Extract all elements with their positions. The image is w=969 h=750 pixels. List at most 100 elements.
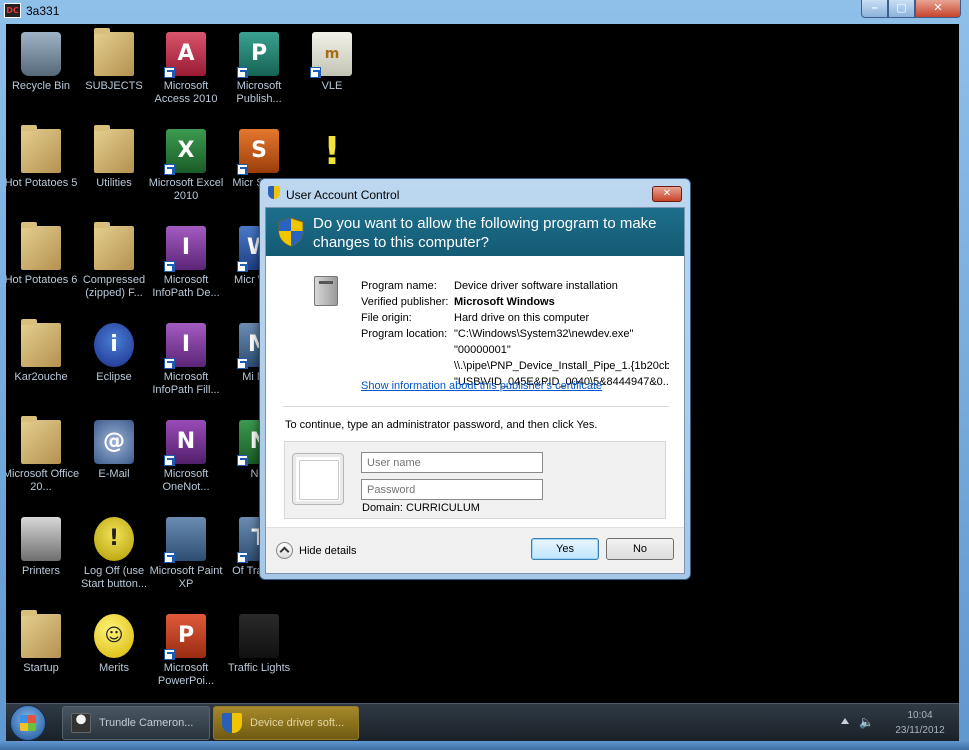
desktop-icon-label: Traffic Lights bbox=[227, 662, 291, 674]
folder-icon bbox=[21, 319, 61, 367]
desktop-icon-label: Hot Potatoes 5 bbox=[6, 177, 78, 189]
uac-banner: Do you want to allow the following progr… bbox=[266, 208, 684, 256]
desktop-icon-publisher[interactable]: P Microsoft Publish... bbox=[219, 32, 299, 106]
close-button[interactable]: ✕ bbox=[915, 0, 961, 18]
desktop-icon-excel[interactable]: X Microsoft Excel 2010 bbox=[146, 129, 226, 203]
access-icon: A bbox=[164, 32, 206, 78]
desktop-icon-onenote[interactable]: N Microsoft OneNot... bbox=[146, 420, 226, 494]
clock[interactable]: 10:04 23/11/2012 bbox=[889, 708, 951, 738]
window-titlebar: DC 3a331 – ▢ ✕ bbox=[0, 0, 969, 22]
taskbar-item-device-driver[interactable]: Device driver soft... bbox=[213, 706, 359, 740]
onenote-icon: N bbox=[164, 420, 206, 466]
desktop-icon-exclamation[interactable]: ! bbox=[292, 129, 372, 177]
speaker-icon[interactable]: 🔈 bbox=[859, 716, 874, 728]
desktop-icon-traffic-lights[interactable]: Traffic Lights bbox=[219, 614, 299, 675]
publisher-icon: P bbox=[237, 32, 279, 78]
publisher-certificate-link[interactable]: Show information about this publisher's … bbox=[361, 380, 602, 392]
shortcut-arrow-icon bbox=[237, 358, 248, 369]
window-controls: – ▢ ✕ bbox=[861, 0, 961, 18]
shortcut-arrow-icon bbox=[164, 358, 175, 369]
domain-text: Domain: CURRICULUM bbox=[362, 502, 480, 514]
desktop-icon-label: SUBJECTS bbox=[85, 80, 143, 92]
desktop-icon-label: VLE bbox=[321, 80, 343, 92]
program-name-value: Device driver software installation bbox=[454, 280, 618, 292]
shortcut-arrow-icon bbox=[310, 67, 321, 78]
desktop-icon-printers[interactable]: Printers bbox=[6, 517, 81, 578]
yes-button[interactable]: Yes bbox=[531, 538, 599, 560]
person-icon bbox=[71, 713, 91, 733]
shortcut-arrow-icon bbox=[237, 67, 248, 78]
desktop-icon-label: Merits bbox=[99, 662, 129, 674]
location-label: Program location: bbox=[361, 328, 448, 340]
publisher-label: Verified publisher: bbox=[361, 296, 449, 308]
shortcut-arrow-icon bbox=[164, 261, 175, 272]
desktop-icon-compressed[interactable]: Compressed (zipped) F... bbox=[74, 222, 154, 300]
desktop-icon-kar2ouche[interactable]: Kar2ouche bbox=[6, 319, 81, 384]
desktop-icon-infopath-designer[interactable]: I Microsoft InfoPath De... bbox=[146, 226, 226, 300]
desktop-icon-subjects[interactable]: SUBJECTS bbox=[74, 28, 154, 93]
shield-icon bbox=[268, 186, 280, 199]
desktop-icon-email[interactable]: @ E-Mail bbox=[74, 420, 154, 481]
start-button[interactable] bbox=[10, 705, 46, 741]
taskbar-item-label: Device driver soft... bbox=[250, 717, 345, 729]
location-value-2: "00000001" bbox=[454, 344, 511, 356]
desktop-icon-office[interactable]: Microsoft Office 20... bbox=[6, 416, 81, 494]
shortcut-arrow-icon bbox=[237, 261, 248, 272]
desktop-icon-recycle-bin[interactable]: Recycle Bin bbox=[6, 32, 81, 93]
desktop-icon-vle[interactable]: m VLE bbox=[292, 32, 372, 93]
hide-details-toggle[interactable]: Hide details bbox=[276, 542, 356, 559]
maximize-button[interactable]: ▢ bbox=[888, 0, 915, 18]
desktop-icon-startup[interactable]: Startup bbox=[6, 610, 81, 675]
infopath-icon: I bbox=[164, 323, 206, 369]
no-button[interactable]: No bbox=[606, 538, 674, 560]
recycle-bin-icon bbox=[21, 32, 61, 76]
desktop-icon-access[interactable]: A Microsoft Access 2010 bbox=[146, 32, 226, 106]
desktop-icon-infopath-filler[interactable]: I Microsoft InfoPath Fill... bbox=[146, 323, 226, 397]
minimize-button[interactable]: – bbox=[861, 0, 888, 18]
desktop-icon-label: Eclipse bbox=[96, 371, 132, 383]
desktop-icon-paint[interactable]: Microsoft Paint XP bbox=[146, 517, 226, 591]
desktop-icon-label: Microsoft Office 20... bbox=[6, 468, 80, 493]
shortcut-arrow-icon bbox=[237, 164, 248, 175]
desktop-icon-utilities[interactable]: Utilities bbox=[74, 125, 154, 190]
desktop-icon-label: Recycle Bin bbox=[11, 80, 71, 92]
program-info: Program name: Device driver software inst… bbox=[361, 278, 669, 390]
app-icon: DC bbox=[4, 3, 21, 18]
chevron-up-icon bbox=[276, 542, 293, 559]
desktop-icon-label: Microsoft InfoPath Fill... bbox=[152, 371, 220, 396]
desktop-icon-label: Microsoft OneNot... bbox=[162, 468, 210, 493]
desktop-icon-logoff[interactable]: ! Log Off (use Start button... bbox=[74, 517, 154, 591]
location-value-1: "C:\Windows\System32\newdev.exe" bbox=[454, 328, 634, 340]
desktop-icon-label: Compressed (zipped) F... bbox=[82, 274, 146, 299]
vle-icon: m bbox=[310, 32, 352, 78]
password-input[interactable] bbox=[361, 479, 543, 500]
desktop-icon-eclipse[interactable]: i Eclipse bbox=[74, 323, 154, 384]
folder-icon bbox=[94, 125, 134, 173]
zip-folder-icon bbox=[94, 222, 134, 270]
folder-icon bbox=[94, 28, 134, 76]
shortcut-arrow-icon bbox=[164, 649, 175, 660]
email-icon: @ bbox=[94, 420, 134, 464]
show-hidden-icons-icon[interactable] bbox=[841, 718, 849, 724]
uac-close-button[interactable]: ✕ bbox=[652, 186, 682, 202]
location-value-3: \\.\pipe\PNP_Device_Install_Pipe_1.{1b20… bbox=[454, 360, 669, 372]
shield-icon bbox=[278, 217, 304, 247]
desktop-icon-merits[interactable]: ☺ Merits bbox=[74, 614, 154, 675]
taskbar-item-trundle[interactable]: Trundle Cameron... bbox=[62, 706, 210, 740]
logoff-icon: ! bbox=[94, 517, 134, 561]
desktop-icon-label: Utilities bbox=[96, 177, 132, 189]
uac-title: User Account Control bbox=[286, 188, 400, 202]
desktop-icon-hot-potatoes-6[interactable]: Hot Potatoes 6 bbox=[6, 222, 81, 287]
desktop-icon-label: Microsoft PowerPoi... bbox=[157, 662, 215, 687]
uac-body: Do you want to allow the following progr… bbox=[265, 207, 685, 574]
publisher-value: Microsoft Windows bbox=[454, 296, 555, 308]
uac-question: Do you want to allow the following progr… bbox=[313, 215, 657, 251]
desktop-icon-powerpoint[interactable]: P Microsoft PowerPoi... bbox=[146, 614, 226, 688]
username-input[interactable] bbox=[361, 452, 543, 473]
desktop-icon-hot-potatoes-5[interactable]: Hot Potatoes 5 bbox=[6, 125, 81, 190]
infopath-icon: I bbox=[164, 226, 206, 272]
credential-box: Domain: CURRICULUM bbox=[284, 441, 666, 519]
taskbar-item-label: Trundle Cameron... bbox=[99, 717, 194, 729]
shortcut-arrow-icon bbox=[164, 164, 175, 175]
system-tray: 🔈 10:04 23/11/2012 bbox=[819, 704, 959, 742]
